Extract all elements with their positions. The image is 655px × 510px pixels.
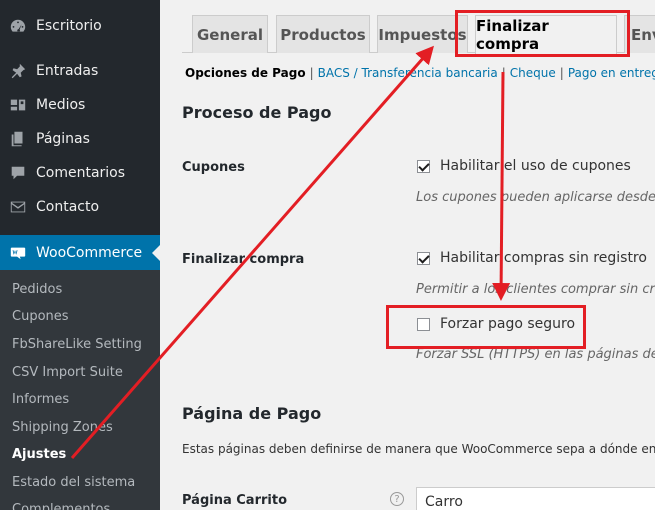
help-icon[interactable]: ? — [390, 492, 404, 506]
submenu-system-status[interactable]: Estado del sistema — [12, 475, 135, 490]
option-guest-checkout[interactable]: Habilitar compras sin registro — [417, 250, 647, 266]
submenu-fbsharelike[interactable]: FbShareLike Setting — [12, 337, 142, 352]
option-force-ssl[interactable]: Forzar pago seguro — [417, 316, 575, 332]
force-ssl-description: Forzar SSL (HTTPS) en las páginas de p — [416, 347, 655, 362]
menu-pages[interactable]: Páginas — [0, 122, 160, 156]
guest-checkout-checkbox[interactable] — [417, 251, 430, 265]
woo-icon — [0, 244, 36, 262]
submenu-reports[interactable]: Informes — [12, 392, 69, 407]
media-icon — [0, 96, 36, 114]
tab-taxes[interactable]: Impuestos — [377, 15, 468, 53]
submenu-settings[interactable]: Ajustes — [12, 447, 66, 462]
tab-products[interactable]: Productos — [276, 15, 370, 53]
submenu-csv-import[interactable]: CSV Import Suite — [12, 365, 123, 380]
submenu-shipping-zones[interactable]: Shipping Zones — [12, 420, 113, 435]
menu-media-label: Medios — [36, 97, 86, 113]
subnav-payment-options[interactable]: Opciones de Pago — [185, 66, 306, 80]
guest-checkout-label: Habilitar compras sin registro — [440, 250, 647, 266]
menu-dashboard-label: Escritorio — [36, 18, 102, 34]
pin-icon — [0, 62, 36, 80]
pages-icon — [0, 130, 36, 148]
submenu-orders[interactable]: Pedidos — [12, 282, 62, 297]
menu-media[interactable]: Medios — [0, 88, 160, 122]
force-ssl-checkbox[interactable] — [417, 317, 430, 331]
label-checkout: Finalizar compra — [182, 252, 305, 267]
settings-content: General Productos Impuestos Finalizar co… — [160, 0, 655, 510]
subnav-cheque[interactable]: Cheque — [510, 66, 556, 80]
force-ssl-label: Forzar pago seguro — [440, 316, 576, 332]
subnav-cod[interactable]: Pago en entrega — [568, 66, 655, 80]
comment-icon — [0, 164, 36, 182]
menu-contact-label: Contacto — [36, 199, 100, 215]
menu-comments-label: Comentarios — [36, 165, 126, 181]
menu-contact[interactable]: Contacto — [0, 190, 160, 224]
option-enable-coupons[interactable]: Habilitar el uso de cupones — [417, 158, 631, 174]
woocommerce-submenu: Pedidos Cupones FbShareLike Setting CSV … — [0, 270, 160, 510]
menu-woocommerce-label: WooCommerce — [36, 245, 143, 261]
tab-general[interactable]: General — [192, 15, 268, 53]
coupons-description: Los cupones pueden aplicarse desde la — [416, 190, 655, 205]
menu-dashboard[interactable]: Escritorio — [0, 9, 160, 43]
menu-comments[interactable]: Comentarios — [0, 156, 160, 190]
label-coupons: Cupones — [182, 160, 245, 175]
active-menu-arrow — [152, 245, 160, 261]
cart-page-select[interactable]: Carro — [416, 487, 655, 510]
menu-posts-label: Entradas — [36, 63, 99, 79]
tab-shipping[interactable]: Env — [624, 15, 655, 53]
submenu-coupons[interactable]: Cupones — [12, 309, 69, 324]
menu-pages-label: Páginas — [36, 131, 90, 147]
pages-description: Estas páginas deben definirse de manera … — [182, 442, 655, 456]
admin-sidebar: Escritorio Entradas Medios Páginas Comen… — [0, 0, 160, 510]
submenu-addons[interactable]: Complementos — [12, 502, 110, 510]
section-title-process: Proceso de Pago — [182, 103, 332, 122]
subnav-bacs[interactable]: BACS / Transferencia bancaria — [318, 66, 498, 80]
dashboard-icon — [0, 17, 36, 35]
enable-coupons-checkbox[interactable] — [417, 159, 430, 173]
guest-checkout-description: Permitir a los clientes comprar sin cre — [416, 282, 655, 297]
mail-icon — [0, 198, 36, 216]
menu-woocommerce[interactable]: WooCommerce — [0, 235, 160, 271]
enable-coupons-label: Habilitar el uso de cupones — [440, 158, 631, 174]
tab-checkout[interactable]: Finalizar compra — [475, 15, 617, 54]
section-title-pages: Página de Pago — [182, 404, 322, 423]
checkout-subnav: Opciones de Pago | BACS / Transferencia ba… — [185, 66, 655, 80]
menu-posts[interactable]: Entradas — [0, 54, 160, 88]
label-cart-page: Página Carrito — [182, 493, 288, 508]
